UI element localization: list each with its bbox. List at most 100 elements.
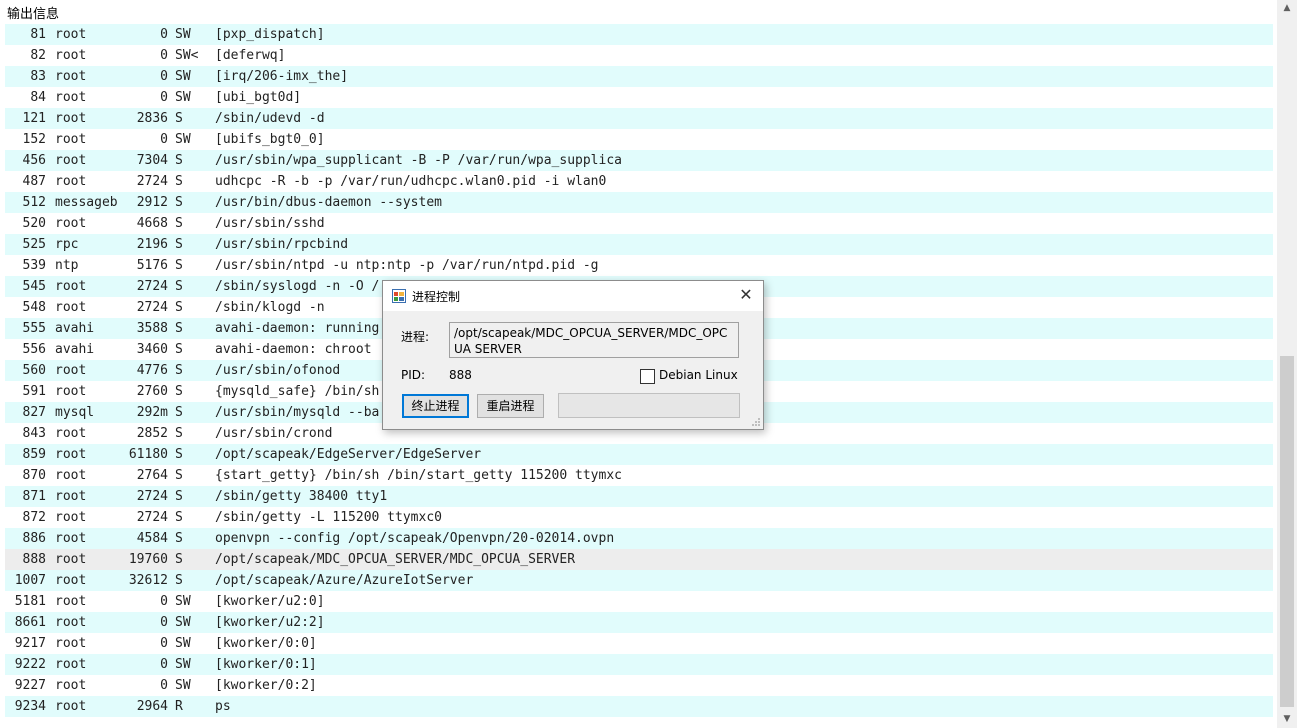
process-row[interactable]: 9227 root 0 SW [kworker/0:2] bbox=[5, 675, 1273, 696]
process-row[interactable]: 456 root 7304 S/usr/sbin/wpa_supplicant -B … bbox=[5, 150, 1273, 171]
process-stat: S bbox=[175, 195, 183, 210]
process-row[interactable]: 83 root 0 SW [irq/206-imx_the] bbox=[5, 66, 1273, 87]
process-row[interactable]: 886 root 4584 Sopenvpn --config /opt/scapea… bbox=[5, 528, 1273, 549]
process-path-field[interactable]: /opt/scapeak/MDC_OPCUA_SERVER/MDC_OPCUA … bbox=[449, 322, 739, 358]
process-row[interactable]: 872 root 2724 S/sbin/getty -L 115200 ttymxc… bbox=[5, 507, 1273, 528]
process-vsz: 32612 bbox=[128, 573, 168, 588]
debian-linux-checkbox[interactable] bbox=[640, 369, 655, 384]
process-user: root bbox=[55, 552, 87, 567]
dialog-titlebar[interactable]: 进程控制 ✕ bbox=[383, 281, 763, 311]
process-stat: S bbox=[175, 258, 183, 273]
pid-label: PID: bbox=[401, 368, 426, 382]
process-row[interactable]: 525 rpc 2196 S/usr/sbin/rpcbind bbox=[5, 234, 1273, 255]
process-command: [deferwq] bbox=[215, 48, 286, 63]
process-pid: 83 bbox=[30, 69, 46, 84]
process-vsz: 2760 bbox=[136, 384, 168, 399]
process-vsz: 0 bbox=[160, 27, 168, 42]
restart-process-button[interactable]: 重启进程 bbox=[477, 394, 544, 418]
process-user: root bbox=[55, 678, 87, 693]
process-stat: S bbox=[175, 426, 183, 441]
process-row[interactable]: 84 root 0 SW [ubi_bgt0d] bbox=[5, 87, 1273, 108]
process-user: root bbox=[55, 510, 87, 525]
process-pid: 82 bbox=[30, 48, 46, 63]
process-vsz: 0 bbox=[160, 69, 168, 84]
process-stat: S bbox=[175, 216, 183, 231]
process-command: udhcpc -R -b -p /var/run/udhcpc.wlan0.pi… bbox=[215, 174, 607, 189]
process-vsz: 4584 bbox=[136, 531, 168, 546]
process-command: openvpn --config /opt/scapeak/Openvpn/20… bbox=[215, 531, 615, 546]
process-stat: S bbox=[175, 531, 183, 546]
process-row[interactable]: 9234 root 2964 Rps bbox=[5, 696, 1273, 717]
process-command: /sbin/syslogd -n -O / bbox=[215, 279, 380, 294]
pid-value: 888 bbox=[449, 368, 472, 382]
process-row[interactable]: 8661 root 0 SW [kworker/u2:2] bbox=[5, 612, 1273, 633]
process-row[interactable]: 512 messageb 2912 S/usr/bin/dbus-daemon --s… bbox=[5, 192, 1273, 213]
process-vsz: 2912 bbox=[136, 195, 168, 210]
scrollbar-thumb[interactable] bbox=[1280, 356, 1294, 707]
process-row[interactable]: 9222 root 0 SW [kworker/0:1] bbox=[5, 654, 1273, 675]
process-command: /usr/sbin/rpcbind bbox=[215, 237, 349, 252]
debian-linux-label[interactable]: Debian Linux bbox=[659, 368, 738, 382]
close-icon[interactable]: ✕ bbox=[737, 286, 755, 304]
process-user: root bbox=[55, 216, 87, 231]
process-pid: 121 bbox=[22, 111, 46, 126]
process-stat: S bbox=[175, 384, 183, 399]
process-user: root bbox=[55, 573, 87, 588]
process-row[interactable]: 871 root 2724 S/sbin/getty 38400 tty1 bbox=[5, 486, 1273, 507]
chevron-down-icon[interactable]: ▼ bbox=[1277, 711, 1297, 728]
process-user: root bbox=[55, 426, 87, 441]
process-vsz: 0 bbox=[160, 594, 168, 609]
process-pid: 886 bbox=[22, 531, 46, 546]
process-vsz: 61180 bbox=[128, 447, 168, 462]
process-vsz: 2836 bbox=[136, 111, 168, 126]
process-user: root bbox=[55, 300, 87, 315]
process-row[interactable]: 152 root 0 SW [ubifs_bgt0_0] bbox=[5, 129, 1273, 150]
process-vsz: 2964 bbox=[136, 699, 168, 714]
process-command: /usr/sbin/ofonod bbox=[215, 363, 341, 378]
process-user: root bbox=[55, 48, 87, 63]
vertical-scrollbar[interactable]: ▲ ▼ bbox=[1277, 0, 1297, 728]
process-row[interactable]: 5181 root 0 SW [kworker/u2:0] bbox=[5, 591, 1273, 612]
process-user: root bbox=[55, 363, 87, 378]
process-command: [kworker/0:2] bbox=[215, 678, 317, 693]
process-row[interactable]: 9217 root 0 SW [kworker/0:0] bbox=[5, 633, 1273, 654]
process-row[interactable]: 487 root 2724 Sudhcpc -R -b -p /var/run/udh… bbox=[5, 171, 1273, 192]
process-user: root bbox=[55, 69, 87, 84]
process-user: root bbox=[55, 90, 87, 105]
process-pid: 487 bbox=[22, 174, 46, 189]
process-vsz: 2764 bbox=[136, 468, 168, 483]
process-user: ntp bbox=[55, 258, 79, 273]
process-vsz: 0 bbox=[160, 678, 168, 693]
process-row[interactable]: 888 root 19760 S/opt/scapeak/MDC_OPCUA_SERV… bbox=[5, 549, 1273, 570]
process-stat: S bbox=[175, 510, 183, 525]
process-pid: 8661 bbox=[14, 615, 46, 630]
process-label: 进程: bbox=[401, 330, 430, 344]
process-row[interactable]: 121 root 2836 S/sbin/udevd -d bbox=[5, 108, 1273, 129]
process-user: root bbox=[55, 657, 87, 672]
process-vsz: 2196 bbox=[136, 237, 168, 252]
process-row[interactable]: 1007 root 32612 S/opt/scapeak/Azure/AzureIo… bbox=[5, 570, 1273, 591]
process-pid: 456 bbox=[22, 153, 46, 168]
process-stat: S bbox=[175, 342, 183, 357]
process-user: avahi bbox=[55, 321, 95, 336]
process-row[interactable]: 82 root 0 SW< [deferwq] bbox=[5, 45, 1273, 66]
process-stat: SW bbox=[175, 594, 191, 609]
chevron-up-icon[interactable]: ▲ bbox=[1277, 0, 1297, 17]
resize-grip-icon[interactable] bbox=[751, 417, 761, 427]
process-stat: S bbox=[175, 321, 183, 336]
dialog-title: 进程控制 bbox=[412, 290, 461, 304]
process-vsz: 2724 bbox=[136, 279, 168, 294]
process-stat: SW bbox=[175, 132, 191, 147]
process-pid: 548 bbox=[22, 300, 46, 315]
kill-process-button[interactable]: 终止进程 bbox=[402, 394, 469, 418]
process-row[interactable]: 81 root 0 SW [pxp_dispatch] bbox=[5, 24, 1273, 45]
process-row[interactable]: 539 ntp 5176 S/usr/sbin/ntpd -u ntp:ntp -p … bbox=[5, 255, 1273, 276]
process-user: root bbox=[55, 699, 87, 714]
process-row[interactable]: 870 root 2764 S {start_getty} /bin/sh /bin/s… bbox=[5, 465, 1273, 486]
process-vsz: 0 bbox=[160, 615, 168, 630]
process-pid: 545 bbox=[22, 279, 46, 294]
process-pid: 591 bbox=[22, 384, 46, 399]
process-row[interactable]: 859 root 61180 S/opt/scapeak/EdgeServer/Edg… bbox=[5, 444, 1273, 465]
process-row[interactable]: 520 root 4668 S/usr/sbin/sshd bbox=[5, 213, 1273, 234]
process-stat: S bbox=[175, 489, 183, 504]
